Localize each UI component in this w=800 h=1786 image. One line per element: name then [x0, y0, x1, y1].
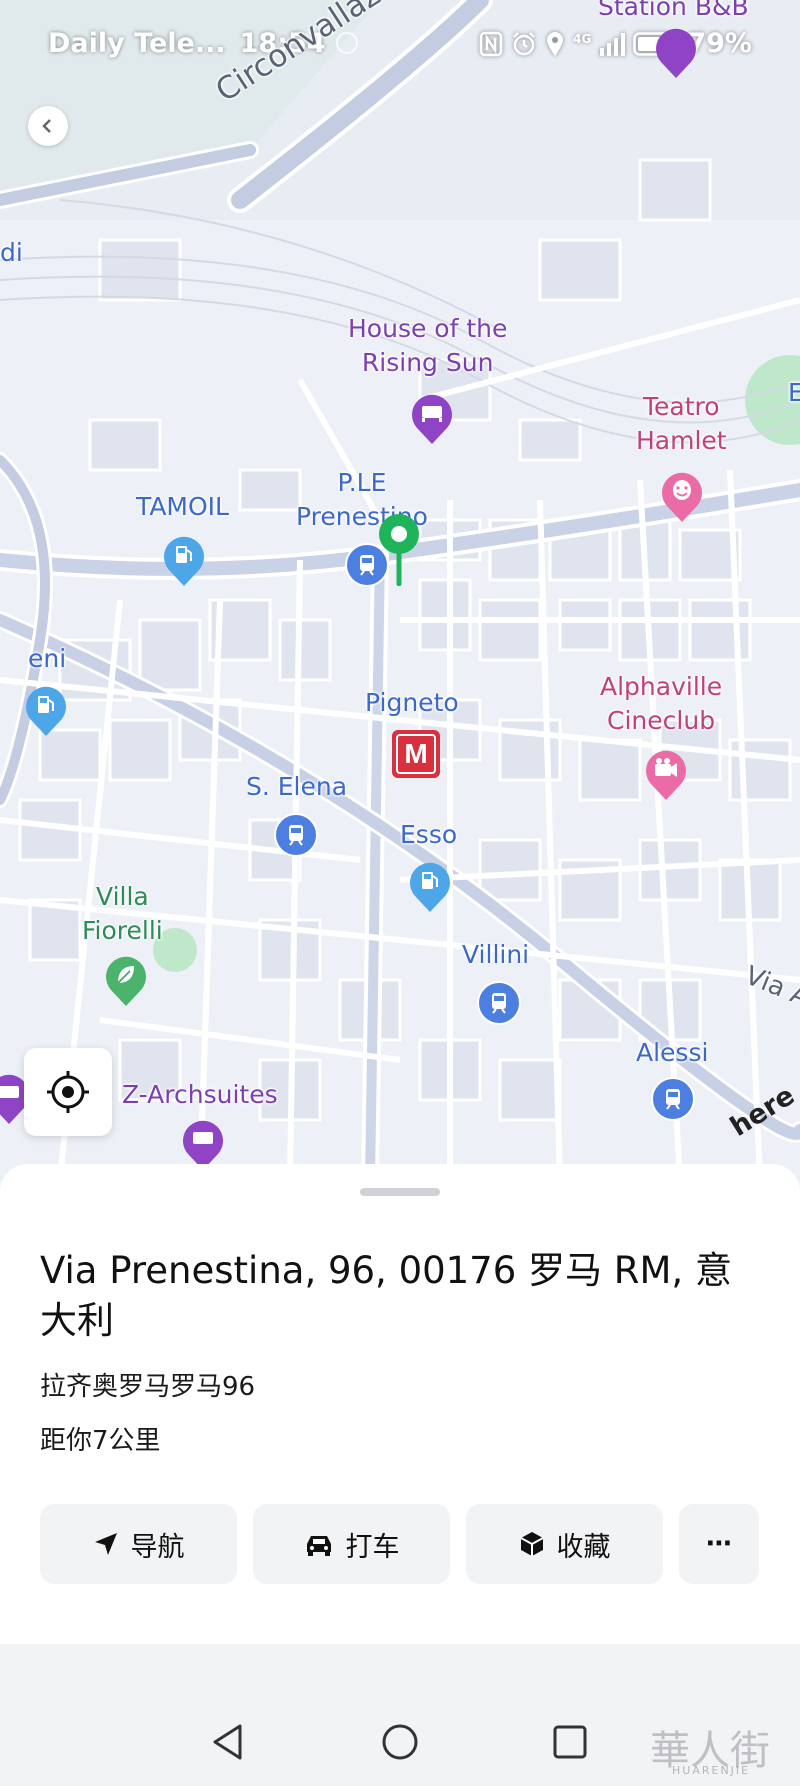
metro-station-icon[interactable]: M: [392, 730, 440, 778]
theater-pin-icon[interactable]: [659, 470, 705, 524]
triangle-back-icon: [213, 1724, 242, 1760]
park-pin-icon[interactable]: [103, 954, 149, 1008]
poi-label-rising-sun-line1: House of the: [348, 314, 508, 343]
signal-icon: [600, 32, 626, 56]
poi-label-rising-sun[interactable]: House of the Rising Sun: [348, 312, 507, 380]
alarm-icon: [513, 31, 536, 55]
chevron-left-icon: [42, 119, 51, 133]
hotel-pin-icon[interactable]: [409, 392, 455, 446]
poi-label-esso[interactable]: Esso: [400, 818, 457, 852]
network-type: 4G: [573, 31, 592, 46]
poi-label-teatro-hamlet[interactable]: Teatro Hamlet: [636, 390, 727, 458]
poi-label-alphaville-cineclub[interactable]: Alphaville Cineclub: [600, 670, 722, 738]
nav-back-button[interactable]: [206, 1720, 250, 1764]
poi-label-ple-line1: P.LE: [337, 468, 387, 497]
gas-station-pin-icon[interactable]: [407, 860, 453, 914]
save-button-label: 收藏: [556, 1531, 611, 1563]
tram-stop-icon[interactable]: [476, 980, 522, 1026]
place-distance: 距你7公里: [40, 1426, 161, 1456]
watermark-sub: HUARENJIE: [672, 1764, 751, 1777]
hotel-pin-icon[interactable]: [653, 26, 699, 80]
square-recents-icon: [553, 1725, 587, 1759]
more-icon: ⋯: [706, 1529, 732, 1559]
selected-location-marker-icon[interactable]: [376, 512, 422, 586]
action-bar: 导航 打车 收藏 ⋯: [40, 1504, 759, 1584]
poi-label-villa-fiorelli[interactable]: Villa Fiorelli: [82, 880, 163, 948]
crosshair-icon: [47, 1071, 89, 1113]
poi-label-teatro-line1: Teatro: [643, 392, 720, 421]
cinema-pin-icon[interactable]: [643, 748, 689, 802]
poi-label-alphaville-line2: Cineclub: [607, 706, 716, 735]
car-icon: [306, 1536, 331, 1556]
more-button[interactable]: ⋯: [679, 1504, 759, 1584]
poi-label-villa-line1: Villa: [96, 882, 149, 911]
gas-station-pin-icon[interactable]: [23, 684, 69, 738]
poi-label-station-bnb[interactable]: Station B&B: [598, 0, 749, 24]
poi-label-tamoil[interactable]: TAMOIL: [136, 490, 229, 524]
place-address: Via Prenestina, 96, 00176 罗马 RM, 意大利: [40, 1249, 732, 1342]
place-region: 拉齐奥罗马罗马96: [40, 1372, 256, 1402]
status-app-name: Daily Tele...: [48, 28, 226, 59]
poi-label-eni[interactable]: eni: [28, 642, 66, 676]
locate-me-button[interactable]: [24, 1048, 112, 1136]
tram-stop-icon[interactable]: [650, 1076, 696, 1122]
poi-label-s-elena[interactable]: S. Elena: [246, 770, 347, 804]
location-icon: [547, 31, 564, 56]
poi-label-z-archsuites[interactable]: Z-Archsuites: [122, 1078, 278, 1112]
metro-symbol: M: [396, 734, 436, 774]
map-view[interactable]: Daily Tele...18:54 4G 79% Circonvallazio…: [0, 0, 800, 1180]
edge-label-di: di: [0, 238, 23, 267]
back-button[interactable]: [28, 106, 68, 146]
navigation-arrow-icon: [94, 1533, 117, 1555]
taxi-button[interactable]: 打车: [253, 1504, 450, 1584]
poi-label-rising-sun-line2: Rising Sun: [361, 348, 494, 377]
poi-label-teatro-line2: Hamlet: [636, 426, 727, 455]
status-right: 4G 79%: [479, 28, 752, 59]
navigate-button-label: 导航: [130, 1531, 185, 1563]
taxi-button-label: 打车: [345, 1531, 400, 1563]
poi-label-villini[interactable]: Villini: [462, 938, 529, 972]
poi-label-alphaville-line1: Alphaville: [600, 672, 723, 701]
edge-label-e: E: [788, 378, 800, 407]
poi-label-alessi[interactable]: Alessi: [636, 1036, 708, 1070]
gas-station-pin-icon[interactable]: [161, 534, 207, 588]
navigate-button[interactable]: 导航: [40, 1504, 237, 1584]
circle-home-icon: [382, 1724, 418, 1760]
nav-recents-button[interactable]: [548, 1720, 592, 1764]
poi-label-villa-line2: Fiorelli: [82, 916, 163, 945]
poi-label-pigneto[interactable]: Pigneto: [365, 686, 459, 720]
cube-icon: [520, 1532, 543, 1556]
place-detail-sheet: Via Prenestina, 96, 00176 罗马 RM, 意大利 拉齐奥…: [0, 1164, 800, 1644]
nav-home-button[interactable]: [378, 1720, 422, 1764]
sheet-drag-handle[interactable]: [360, 1188, 440, 1196]
nfc-icon: [479, 31, 503, 56]
tram-stop-icon[interactable]: [273, 812, 319, 858]
save-button[interactable]: 收藏: [466, 1504, 663, 1584]
